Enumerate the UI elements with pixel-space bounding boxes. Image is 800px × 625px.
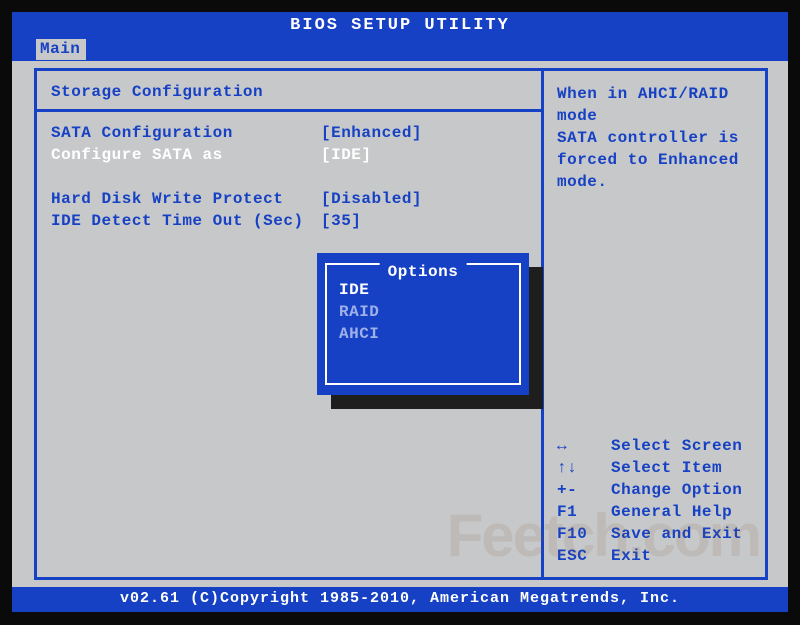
option-ide[interactable]: IDE (337, 279, 509, 301)
tab-main-label: Main (40, 40, 80, 58)
key-desc: Exit (611, 547, 759, 565)
footer-bar: v02.61 (C)Copyright 1985-2010, American … (12, 587, 788, 612)
key-desc: Select Item (611, 459, 759, 477)
key-symbol: ESC (557, 547, 611, 565)
setting-hard-disk-write-protect[interactable]: Hard Disk Write Protect [Disabled] (51, 188, 533, 210)
menu-tab-bar[interactable]: Main (12, 39, 788, 61)
key-desc: Change Option (611, 481, 759, 499)
key-general-help: F1 General Help (557, 501, 759, 523)
key-desc: Save and Exit (611, 525, 759, 543)
section-rule (37, 109, 541, 112)
key-change-option: +- Change Option (557, 479, 759, 501)
setting-ide-detect-time-out[interactable]: IDE Detect Time Out (Sec) [35] (51, 210, 533, 232)
key-legend: ↔ Select Screen ↑↓ Select Item +- Change… (557, 435, 759, 567)
key-symbol: F1 (557, 503, 611, 521)
key-desc: General Help (611, 503, 759, 521)
key-select-item: ↑↓ Select Item (557, 457, 759, 479)
section-heading: Storage Configuration (51, 83, 533, 101)
key-symbol: ↔ (557, 437, 611, 455)
help-pane: When in AHCI/RAID mode SATA controller i… (547, 71, 765, 577)
key-symbol: +- (557, 481, 611, 499)
setting-label: SATA Configuration (51, 124, 321, 142)
setting-sata-configuration[interactable]: SATA Configuration [Enhanced] (51, 122, 533, 144)
key-select-screen: ↔ Select Screen (557, 435, 759, 457)
spacer (51, 166, 533, 188)
setting-value: [IDE] (321, 146, 533, 164)
help-text: When in AHCI/RAID mode (557, 83, 759, 127)
title-text: BIOS SETUP UTILITY (290, 16, 510, 35)
option-ahci[interactable]: AHCI (337, 323, 509, 345)
key-save-and-exit: F10 Save and Exit (557, 523, 759, 545)
setting-value: [Disabled] (321, 190, 533, 208)
key-symbol: F10 (557, 525, 611, 543)
key-desc: Select Screen (611, 437, 759, 455)
setting-configure-sata-as[interactable]: Configure SATA as [IDE] (51, 144, 533, 166)
option-raid[interactable]: RAID (337, 301, 509, 323)
key-exit: ESC Exit (557, 545, 759, 567)
settings-pane: Storage Configuration SATA Configuration… (37, 71, 541, 577)
options-popup-frame: Options IDE RAID AHCI (325, 263, 521, 385)
title-bar: BIOS SETUP UTILITY (12, 12, 788, 39)
content-frame: Storage Configuration SATA Configuration… (34, 68, 768, 580)
footer-text: v02.61 (C)Copyright 1985-2010, American … (120, 590, 680, 607)
setting-value: [Enhanced] (321, 124, 533, 142)
bios-screen: BIOS SETUP UTILITY Main Storage Configur… (12, 12, 788, 612)
tab-main[interactable]: Main (36, 39, 86, 60)
help-text: forced to Enhanced (557, 149, 759, 171)
options-popup-title: Options (380, 263, 467, 281)
setting-label: Configure SATA as (51, 146, 321, 164)
key-symbol: ↑↓ (557, 459, 611, 477)
help-text: mode. (557, 171, 759, 193)
setting-value: [35] (321, 212, 533, 230)
setting-label: IDE Detect Time Out (Sec) (51, 212, 321, 230)
setting-label: Hard Disk Write Protect (51, 190, 321, 208)
help-text: SATA controller is (557, 127, 759, 149)
options-popup[interactable]: Options IDE RAID AHCI (317, 253, 529, 395)
